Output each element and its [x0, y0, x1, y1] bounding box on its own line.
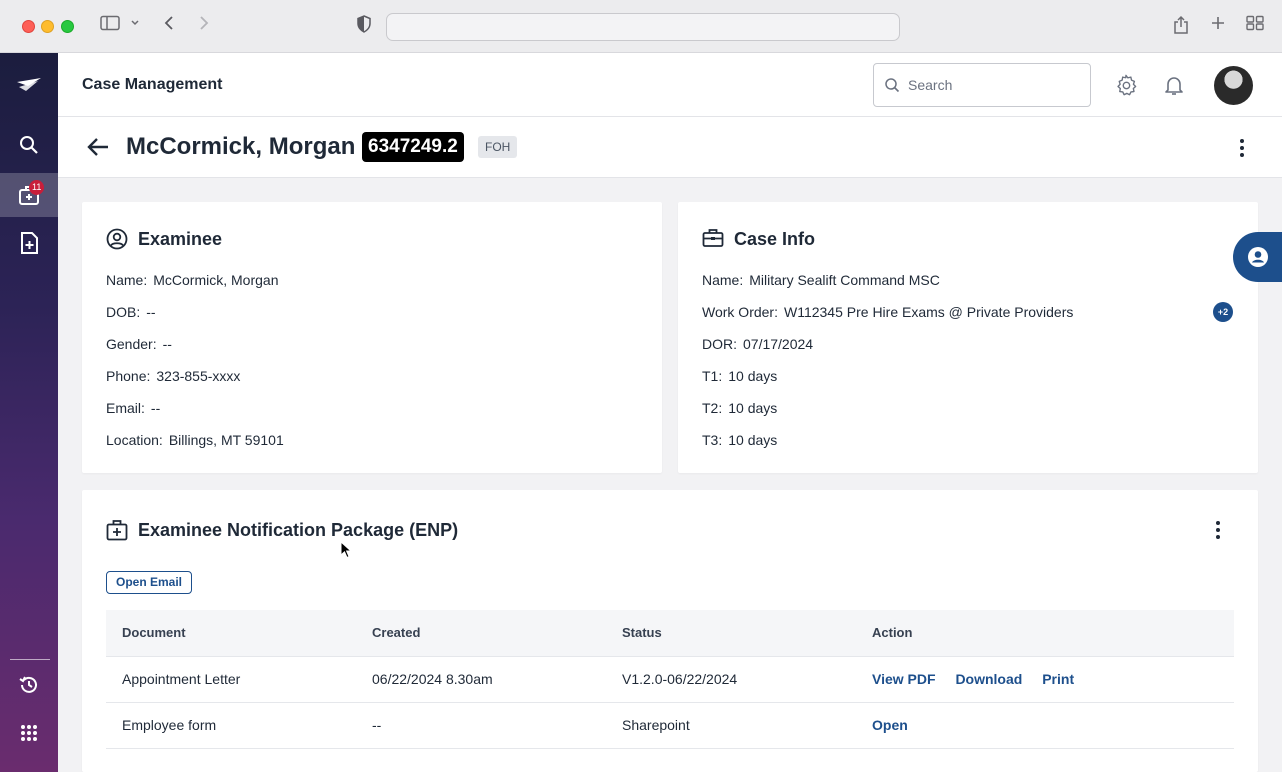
forward-nav-icon[interactable]: [198, 15, 210, 38]
examinee-email-field: Email: --: [106, 400, 161, 416]
nav-history-icon[interactable]: [0, 663, 58, 707]
case-t2-field: T2: 10 days: [702, 400, 778, 416]
new-tab-icon[interactable]: [1210, 15, 1226, 38]
nav-apps-grid-icon[interactable]: [0, 711, 58, 755]
nav-cases-item[interactable]: 11: [0, 173, 58, 217]
privacy-shield-icon[interactable]: [356, 15, 372, 40]
examinee-name-field: Name: McCormick, Morgan: [106, 272, 279, 288]
user-circle-icon: [106, 228, 128, 255]
chevron-down-icon[interactable]: [130, 15, 140, 38]
case-dor-field: DOR: 07/17/2024: [702, 336, 814, 352]
print-link[interactable]: Print: [1042, 671, 1074, 687]
examinee-gender-field: Gender: --: [106, 336, 172, 352]
action-cell: Open: [856, 702, 1234, 749]
enp-more-options-icon[interactable]: [1216, 521, 1220, 539]
nav-new-document-icon[interactable]: [0, 221, 58, 265]
column-header-document: Document: [106, 610, 356, 656]
zoom-window-button[interactable]: [61, 20, 74, 33]
more-work-orders-badge[interactable]: +2: [1213, 302, 1233, 322]
examinee-card-title: Examinee: [138, 229, 223, 249]
examinee-dob-field: DOB: --: [106, 304, 156, 320]
search-box[interactable]: [873, 63, 1091, 107]
tab-overview-icon[interactable]: [1246, 15, 1264, 38]
view-pdf-link[interactable]: View PDF: [872, 671, 936, 687]
floating-user-panel-button[interactable]: [1233, 232, 1282, 282]
case-info-card-title: Case Info: [734, 229, 816, 249]
case-t1-field: T1: 10 days: [702, 368, 778, 384]
app-header: Case Management: [58, 53, 1282, 117]
examinee-phone-field: Phone: 323-855-xxxx: [106, 368, 241, 384]
table-row: Employee form -- Sharepoint Open: [106, 702, 1234, 749]
notifications-bell-icon[interactable]: [1162, 73, 1186, 97]
settings-gear-icon[interactable]: [1114, 73, 1138, 97]
search-input[interactable]: [908, 77, 1078, 93]
created-cell: 06/22/2024 8.30am: [356, 656, 606, 703]
enp-documents-table: Document Created Status Action Appointme…: [106, 610, 1234, 749]
open-link[interactable]: Open: [872, 717, 908, 733]
browser-chrome: [0, 0, 1282, 53]
column-header-status: Status: [606, 610, 856, 656]
nav-divider: [10, 659, 50, 660]
case-more-options-icon[interactable]: [1240, 139, 1244, 157]
status-cell: Sharepoint: [606, 702, 856, 749]
medical-briefcase-icon: [106, 519, 128, 546]
case-t3-field: T3: 10 days: [702, 432, 778, 448]
minimize-window-button[interactable]: [41, 20, 54, 33]
examinee-location-field: Location: Billings, MT 59101: [106, 432, 284, 448]
close-window-button[interactable]: [22, 20, 35, 33]
back-arrow-icon[interactable]: [86, 136, 110, 163]
examinee-card: Examinee Name: McCormick, Morgan DOB: -- G…: [82, 202, 662, 473]
case-name-field: Name: Military Sealift Command MSC: [702, 272, 940, 288]
back-nav-icon[interactable]: [163, 15, 175, 38]
document-cell: Employee form: [106, 702, 356, 749]
status-cell: V1.2.0-06/22/2024: [606, 656, 856, 703]
case-type-tag: FOH: [478, 136, 518, 158]
enp-card: Examinee Notification Package (ENP) Open…: [82, 490, 1258, 772]
examinee-name-title: McCormick, Morgan: [126, 133, 356, 160]
nav-search-icon[interactable]: [0, 123, 58, 167]
sidebar-toggle-icon[interactable]: [100, 15, 120, 38]
address-bar[interactable]: [386, 13, 900, 41]
column-header-action: Action: [856, 610, 1234, 656]
app-logo-icon[interactable]: [0, 63, 58, 107]
action-cell: View PDF Download Print: [856, 656, 1234, 703]
table-header-row: Document Created Status Action: [106, 610, 1234, 656]
side-navigation: 11: [0, 53, 58, 772]
nav-cases-badge: 11: [29, 180, 45, 195]
table-row: Appointment Letter 06/22/2024 8.30am V1.…: [106, 656, 1234, 703]
open-email-button[interactable]: Open Email: [106, 571, 193, 594]
case-work-order-field: Work Order: W112345 Pre Hire Exams @ Priv…: [702, 304, 1074, 320]
user-circle-icon: [1248, 247, 1268, 267]
created-cell: --: [356, 702, 606, 749]
download-link[interactable]: Download: [955, 671, 1022, 687]
mouse-cursor-icon: [340, 540, 353, 564]
user-avatar[interactable]: [1214, 66, 1253, 105]
app-title: Case Management: [82, 76, 223, 93]
column-header-created: Created: [356, 610, 606, 656]
search-icon: [885, 78, 900, 93]
briefcase-icon: [702, 228, 724, 253]
case-id-badge: 6347249.2: [362, 132, 464, 162]
document-cell: Appointment Letter: [106, 656, 356, 703]
share-icon[interactable]: [1173, 15, 1189, 42]
enp-card-title: Examinee Notification Package (ENP): [138, 520, 459, 540]
case-info-card: Case Info Name: Military Sealift Command …: [678, 202, 1258, 473]
case-subheader: McCormick, Morgan 6347249.2 FOH: [58, 117, 1282, 178]
